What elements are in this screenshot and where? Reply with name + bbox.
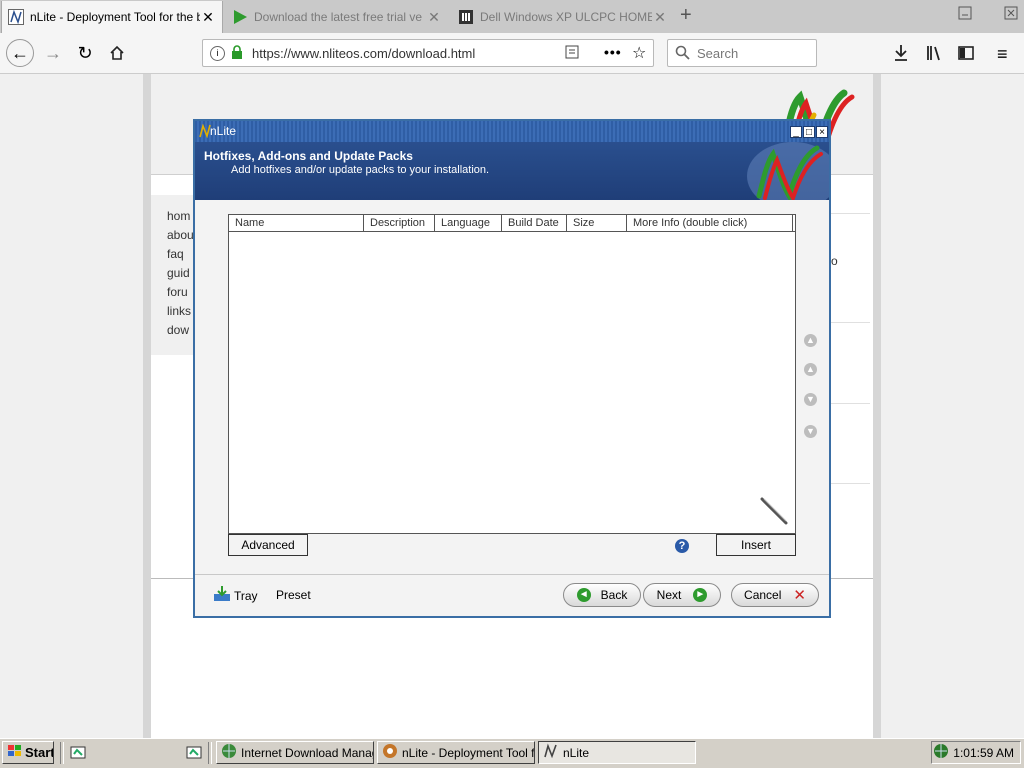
cancel-x-icon: ✕ [793,587,806,604]
dialog-maximize-icon[interactable]: □ [803,126,815,138]
close-window-icon[interactable] [1001,6,1021,24]
divider [830,213,870,214]
move-top-icon[interactable]: ▲ [804,334,817,347]
nav-link-download[interactable]: dow [167,323,189,337]
hamburger-menu-icon[interactable]: ≡ [997,44,1008,65]
bookmark-star-icon[interactable]: ☆ [632,43,646,63]
column-header-more-info[interactable]: More Info (double click) [627,215,793,231]
browser-tab-nlite[interactable]: nLite - Deployment Tool for the bo ✕ [1,1,223,33]
resize-grip-icon[interactable] [758,495,790,530]
library-icon[interactable] [926,44,944,65]
back-label: Back [600,588,628,602]
help-icon[interactable]: ? [675,539,689,553]
header-logo-icon [733,142,839,210]
taskbar-divider [208,742,212,764]
globe-icon [221,743,237,762]
nav-link-about[interactable]: abou [167,228,194,242]
move-down-icon[interactable]: ▼ [804,393,817,406]
taskbar-item-nlite[interactable]: nLite [538,741,696,764]
column-header-name[interactable]: Name [229,215,364,231]
column-header-description[interactable]: Description [364,215,435,231]
tab-close-icon[interactable]: ✕ [652,9,668,26]
column-header-build-date[interactable]: Build Date [502,215,567,231]
move-bottom-icon[interactable]: ▼ [804,425,817,438]
insert-button[interactable]: Insert [716,534,796,556]
windows-logo-icon [7,744,23,761]
taskbar-divider [60,742,64,764]
browser-tab-download[interactable]: Download the latest free trial ve ✕ [226,1,448,33]
column-header-size[interactable]: Size [567,215,627,231]
dialog-minimize-icon[interactable]: _ [790,126,802,138]
nav-link-guides[interactable]: guid [167,266,190,280]
forward-arrow-icon[interactable]: → [40,40,66,66]
tray-icon [213,585,231,606]
nav-link-home[interactable]: hom [167,209,190,223]
archive-favicon-icon [458,9,474,25]
info-icon[interactable]: i [210,46,225,61]
tab-close-icon[interactable]: ✕ [200,9,216,26]
taskbar-item-firefox[interactable]: nLite - Deployment Tool fo... [377,741,535,764]
advanced-button[interactable]: Advanced [228,534,308,556]
play-favicon-icon [232,9,248,25]
network-globe-icon[interactable] [933,743,949,762]
system-tray: 1:01:59 AM [931,741,1021,764]
start-button[interactable]: Start [2,741,54,764]
browser-icon [382,743,398,762]
back-arrow-icon[interactable]: ← [6,39,34,67]
dialog-titlebar[interactable] [195,121,829,142]
search-placeholder: Search [697,46,739,61]
taskbar-item-label: nLite [563,745,590,760]
quicklaunch-desktop-icon[interactable] [70,745,86,764]
next-button[interactable]: Next ► [643,583,721,607]
nav-link-forum[interactable]: foru [167,285,188,299]
browser-tab-dell[interactable]: Dell Windows XP ULCPC HOME C ✕ [452,1,674,33]
sidebar-toggle-icon[interactable] [958,45,974,64]
taskbar-item-idm[interactable]: Internet Download Manag... [216,741,374,764]
tab-close-icon[interactable]: ✕ [426,9,442,26]
search-icon [675,45,691,64]
next-label: Next [656,588,682,602]
page-subtitle: Add hotfixes and/or update packs to your… [231,164,490,176]
taskbar-item-label: Internet Download Manag... [241,745,374,760]
quicklaunch-app-icon[interactable] [186,745,202,764]
nav-link-links[interactable]: links [167,304,191,318]
tab-title: Dell Windows XP ULCPC HOME C [480,10,652,24]
tray-button[interactable]: Tray [213,585,258,606]
column-header-language[interactable]: Language [435,215,502,231]
url-text[interactable]: https://www.nliteos.com/download.html [252,46,475,61]
dialog-close-icon[interactable]: × [816,126,828,138]
clock[interactable]: 1:01:59 AM [953,746,1014,760]
minimize-window-icon[interactable] [955,6,975,24]
nlite-icon [543,743,559,762]
tray-label: Tray [234,588,258,603]
cancel-label: Cancel [744,588,782,602]
nav-link-faq[interactable]: faq [167,247,184,261]
divider [830,403,870,404]
page-actions-icon[interactable]: ••• [604,44,622,60]
divider [830,483,870,484]
hotfix-list[interactable] [228,214,796,534]
dialog-separator [195,574,829,575]
home-icon[interactable] [104,40,130,66]
reload-icon[interactable]: ↻ [72,40,98,66]
lock-icon [231,45,243,62]
start-label: Start [25,745,54,760]
move-up-icon[interactable]: ▲ [804,363,817,376]
page-title: Hotfixes, Add-ons and Update Packs [204,149,413,163]
taskbar-item-label: nLite - Deployment Tool fo... [402,745,535,760]
tab-title: nLite - Deployment Tool for the bo [30,10,200,24]
nlite-favicon-icon [8,9,24,25]
reader-view-icon[interactable] [565,45,579,62]
preset-button[interactable]: Preset [276,588,311,602]
back-button[interactable]: ◄ Back [563,583,641,607]
back-arrow-icon: ◄ [576,588,591,602]
dialog-title: nLite [210,124,237,138]
tab-title: Download the latest free trial ve [254,10,423,24]
new-tab-plus-icon[interactable]: + [680,4,692,27]
webpage-side-text: o [831,254,838,268]
divider [830,322,870,323]
cancel-button[interactable]: Cancel ✕ [731,583,819,607]
next-arrow-icon: ► [693,588,708,602]
download-arrow-icon[interactable] [893,44,909,65]
